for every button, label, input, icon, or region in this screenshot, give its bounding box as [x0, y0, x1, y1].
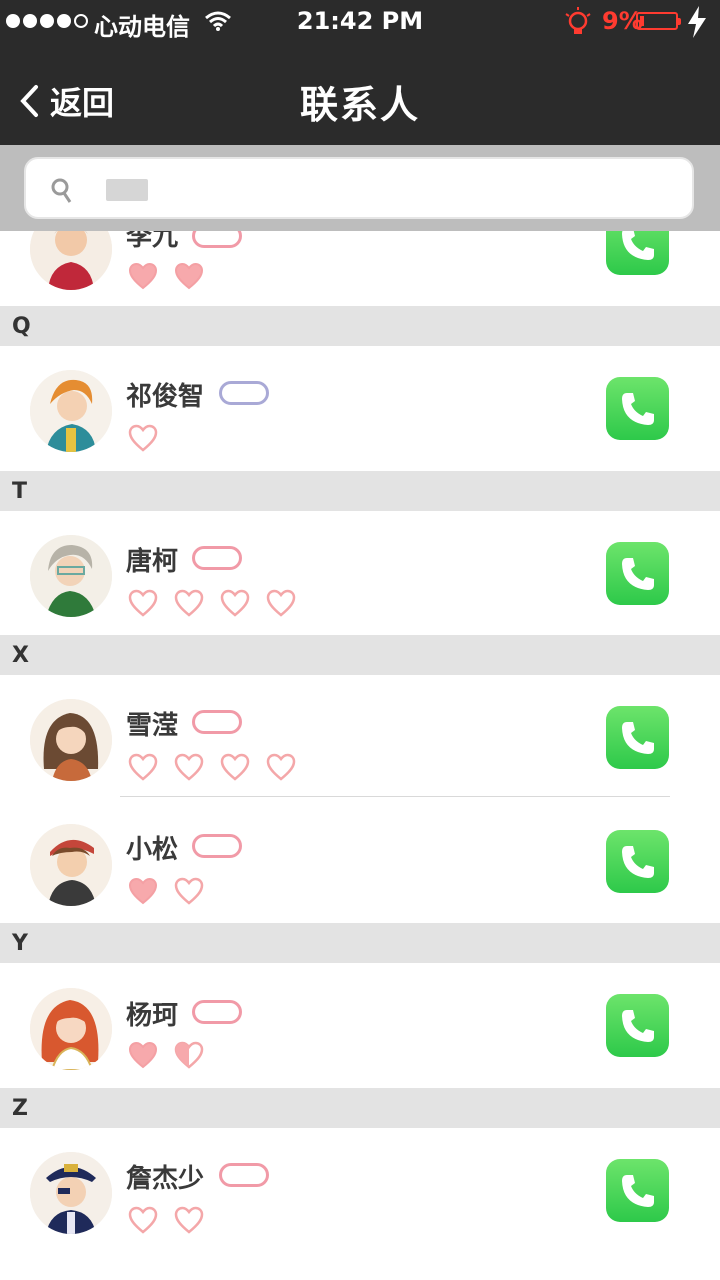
search-placeholder-blur — [106, 179, 148, 201]
heart-icon — [128, 589, 158, 617]
contact-name: 唐柯 — [126, 547, 179, 577]
affection-hearts — [128, 589, 296, 617]
avatar — [30, 988, 112, 1070]
status-bar: 心动电信 21:42 PM 9% — [0, 0, 720, 44]
battery-icon — [636, 12, 681, 30]
heart-icon — [128, 753, 158, 781]
page-title: 联系人 — [299, 83, 420, 127]
contact-row[interactable]: 唐柯 — [0, 511, 720, 635]
contact-row[interactable]: 祁俊智 — [0, 346, 720, 471]
section-letter: Y — [12, 931, 28, 956]
search-bar — [0, 145, 720, 231]
heart-icon — [174, 877, 204, 905]
avatar — [30, 824, 112, 906]
heart-icon — [220, 753, 250, 781]
section-letter: Z — [12, 1096, 28, 1121]
phone-icon — [621, 845, 654, 878]
call-button[interactable] — [606, 706, 669, 769]
heart-icon — [128, 262, 158, 290]
heart-icon — [174, 1206, 204, 1234]
nav-bar: 返回 联系人 — [0, 44, 720, 145]
heart-icon — [128, 1041, 158, 1069]
phone-icon — [621, 721, 654, 754]
affection-hearts — [128, 1206, 204, 1234]
contact-row[interactable]: 詹杰少 — [0, 1128, 720, 1280]
contact-row[interactable]: 雪滢 — [0, 675, 720, 797]
section-letter: T — [12, 479, 28, 504]
contact-name: 小松 — [126, 835, 179, 865]
heart-icon — [128, 424, 158, 452]
section-header: Z — [0, 1088, 720, 1128]
avatar — [30, 1152, 112, 1234]
heart-icon — [174, 262, 204, 290]
affection-hearts — [128, 753, 296, 781]
call-button[interactable] — [606, 994, 669, 1057]
section-header: X — [0, 635, 720, 675]
contact-name: 雪滢 — [126, 711, 179, 741]
section-letter: Q — [12, 314, 31, 339]
section-header: Y — [0, 923, 720, 963]
contact-name: 杨珂 — [126, 1001, 179, 1031]
heart-icon — [174, 753, 204, 781]
phone-icon — [621, 1174, 654, 1207]
phone-icon — [621, 557, 654, 590]
contact-badge — [192, 1000, 242, 1024]
search-icon — [51, 178, 72, 203]
affection-hearts — [128, 424, 158, 452]
contact-badge — [192, 834, 242, 858]
heart-icon — [266, 753, 296, 781]
section-letter: X — [12, 643, 29, 668]
charging-bolt-icon — [688, 6, 706, 38]
call-button[interactable] — [606, 377, 669, 440]
section-header: T — [0, 471, 720, 511]
call-button[interactable] — [606, 1159, 669, 1222]
affection-hearts — [128, 877, 204, 905]
top-bar: 心动电信 21:42 PM 9% 返回 联系人 — [0, 0, 720, 145]
heart-icon — [220, 589, 250, 617]
avatar — [30, 535, 112, 617]
phone-icon — [621, 392, 654, 425]
contact-badge — [219, 381, 269, 405]
heart-icon — [128, 877, 158, 905]
heart-icon — [174, 589, 204, 617]
contact-name: 詹杰少 — [126, 1164, 205, 1194]
contact-badge — [192, 546, 242, 570]
heart-icon — [266, 589, 296, 617]
search-input[interactable] — [156, 169, 680, 211]
contact-row[interactable]: 小松 — [0, 797, 720, 923]
section-header: Q — [0, 306, 720, 346]
avatar — [30, 370, 112, 452]
contact-badge — [192, 710, 242, 734]
alarm-bulb-icon — [565, 7, 591, 34]
avatar — [30, 699, 112, 781]
heart-icon — [128, 1206, 158, 1234]
contact-name: 祁俊智 — [126, 382, 205, 412]
phone-icon — [621, 1009, 654, 1042]
affection-hearts — [128, 262, 204, 290]
contact-badge — [219, 1163, 269, 1187]
search-box[interactable] — [24, 157, 694, 219]
contact-row[interactable]: 杨珂 — [0, 963, 720, 1088]
call-button[interactable] — [606, 830, 669, 893]
affection-hearts — [128, 1041, 204, 1069]
call-button[interactable] — [606, 542, 669, 605]
heart-half-icon — [174, 1041, 204, 1069]
